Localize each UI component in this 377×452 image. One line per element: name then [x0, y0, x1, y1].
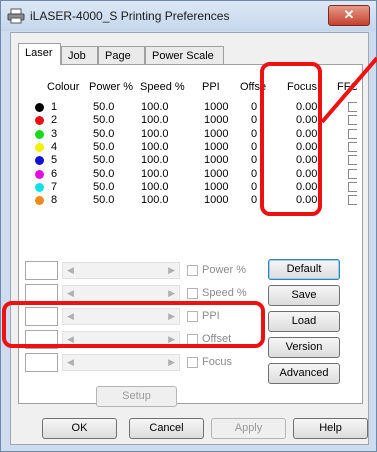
power-slider[interactable]: ◀ ▶: [62, 262, 180, 279]
help-button[interactable]: Help: [293, 418, 368, 439]
power-checkbox[interactable]: [187, 265, 198, 276]
ffo-checkbox[interactable]: [348, 128, 357, 139]
colour-swatch-icon: [35, 116, 44, 126]
focus-slider[interactable]: ◀ ▶: [62, 354, 180, 371]
tab-power-scale[interactable]: Power Scale: [145, 46, 224, 64]
annotation-focus-column-box: [260, 62, 322, 216]
cell-offset: 0: [251, 154, 258, 167]
ffo-checkbox[interactable]: [348, 168, 357, 179]
ffo-checkbox[interactable]: [348, 102, 357, 112]
tab-page[interactable]: Page: [98, 46, 145, 64]
speed-slider[interactable]: ◀ ▶: [62, 285, 180, 302]
cell-num: 1: [51, 101, 58, 113]
ffo-checkbox[interactable]: [348, 195, 357, 206]
cell-power: 50.0: [93, 127, 115, 140]
cell-num: 4: [51, 140, 58, 153]
cell-speed: 100.0: [141, 127, 169, 140]
ok-button[interactable]: OK: [42, 418, 117, 439]
cell-speed: 100.0: [141, 194, 169, 207]
speed-checkbox[interactable]: [187, 288, 198, 299]
cell-ppi: 1000: [204, 194, 229, 207]
cell-ppi: 1000: [204, 180, 229, 193]
ffo-checkbox[interactable]: [348, 155, 357, 166]
cell-num: 6: [51, 167, 58, 180]
cell-speed: 100.0: [141, 154, 169, 167]
cell-offset: 0: [251, 194, 258, 207]
ffo-checkbox[interactable]: [348, 141, 357, 152]
close-button[interactable]: ✕: [328, 5, 370, 26]
colour-swatch-icon: [35, 142, 44, 152]
cell-speed: 100.0: [141, 140, 169, 153]
scroll-left-icon[interactable]: ◀: [67, 357, 74, 368]
cell-offset: 0: [251, 127, 258, 140]
cell-offset: 0: [251, 114, 258, 127]
cell-power: 50.0: [93, 194, 115, 207]
header-ppi: PPI: [202, 81, 220, 93]
colour-swatch-icon: [35, 129, 44, 139]
colour-swatch-icon: [35, 196, 44, 206]
cell-ppi: 1000: [204, 101, 229, 113]
annotation-focus-control-box: [2, 301, 265, 348]
title-bar[interactable]: iLASER-4000_S Printing Preferences ✕: [1, 1, 376, 31]
cell-ppi: 1000: [204, 167, 229, 180]
header-speed: Speed %: [140, 81, 185, 93]
save-button[interactable]: Save: [268, 285, 340, 306]
printer-icon: [7, 8, 25, 24]
cell-num: 2: [51, 114, 58, 127]
tab-laser[interactable]: Laser: [18, 43, 61, 65]
colour-swatch-icon: [35, 182, 44, 192]
colour-swatch-icon: [35, 103, 44, 112]
cell-num: 7: [51, 180, 58, 193]
cell-num: 3: [51, 127, 58, 140]
focus-checkbox-label: Focus: [202, 356, 232, 368]
cell-power: 50.0: [93, 180, 115, 193]
cell-power: 50.0: [93, 101, 115, 113]
window-title: iLASER-4000_S Printing Preferences: [30, 9, 230, 23]
scroll-right-icon[interactable]: ▶: [168, 357, 175, 368]
advanced-button[interactable]: Advanced: [268, 363, 340, 384]
power-value-input[interactable]: [25, 261, 58, 280]
cell-power: 50.0: [93, 154, 115, 167]
cell-ppi: 1000: [204, 127, 229, 140]
cell-offset: 0: [251, 167, 258, 180]
scroll-left-icon[interactable]: ◀: [67, 265, 74, 276]
header-power: Power %: [89, 81, 134, 93]
cell-num: 8: [51, 194, 58, 207]
cell-power: 50.0: [93, 167, 115, 180]
scroll-right-icon[interactable]: ▶: [168, 288, 175, 299]
cell-offset: 0: [251, 180, 258, 193]
colour-swatch-icon: [35, 169, 44, 179]
cell-offset: 0: [251, 101, 258, 113]
setup-button[interactable]: Setup: [96, 386, 177, 407]
cell-power: 50.0: [93, 114, 115, 127]
cancel-button[interactable]: Cancel: [129, 418, 204, 439]
cell-speed: 100.0: [141, 180, 169, 193]
focus-checkbox[interactable]: [187, 357, 198, 368]
ffo-checkbox[interactable]: [348, 115, 357, 126]
scroll-right-icon[interactable]: ▶: [168, 265, 175, 276]
cell-speed: 100.0: [141, 114, 169, 127]
header-ffo: FFO: [337, 81, 357, 93]
cell-ppi: 1000: [204, 114, 229, 127]
speed-checkbox-label: Speed %: [202, 287, 247, 299]
cell-speed: 100.0: [141, 167, 169, 180]
cell-ppi: 1000: [204, 154, 229, 167]
cell-ppi: 1000: [204, 140, 229, 153]
colour-swatch-icon: [35, 156, 44, 166]
power-checkbox-label: Power %: [202, 264, 247, 276]
cell-speed: 100.0: [141, 101, 169, 113]
close-icon: ✕: [343, 7, 355, 22]
tab-job[interactable]: Job: [61, 46, 98, 64]
ffo-checkbox[interactable]: [348, 181, 357, 192]
default-button[interactable]: Default: [268, 259, 340, 280]
focus-value-input[interactable]: [25, 353, 58, 372]
cell-power: 50.0: [93, 140, 115, 153]
load-button[interactable]: Load: [268, 311, 340, 332]
cell-offset: 0: [251, 140, 258, 153]
version-button[interactable]: Version: [268, 337, 340, 358]
scroll-left-icon[interactable]: ◀: [67, 288, 74, 299]
cell-num: 5: [51, 154, 58, 167]
apply-button[interactable]: Apply: [211, 418, 286, 439]
header-colour: Colour: [47, 81, 80, 93]
